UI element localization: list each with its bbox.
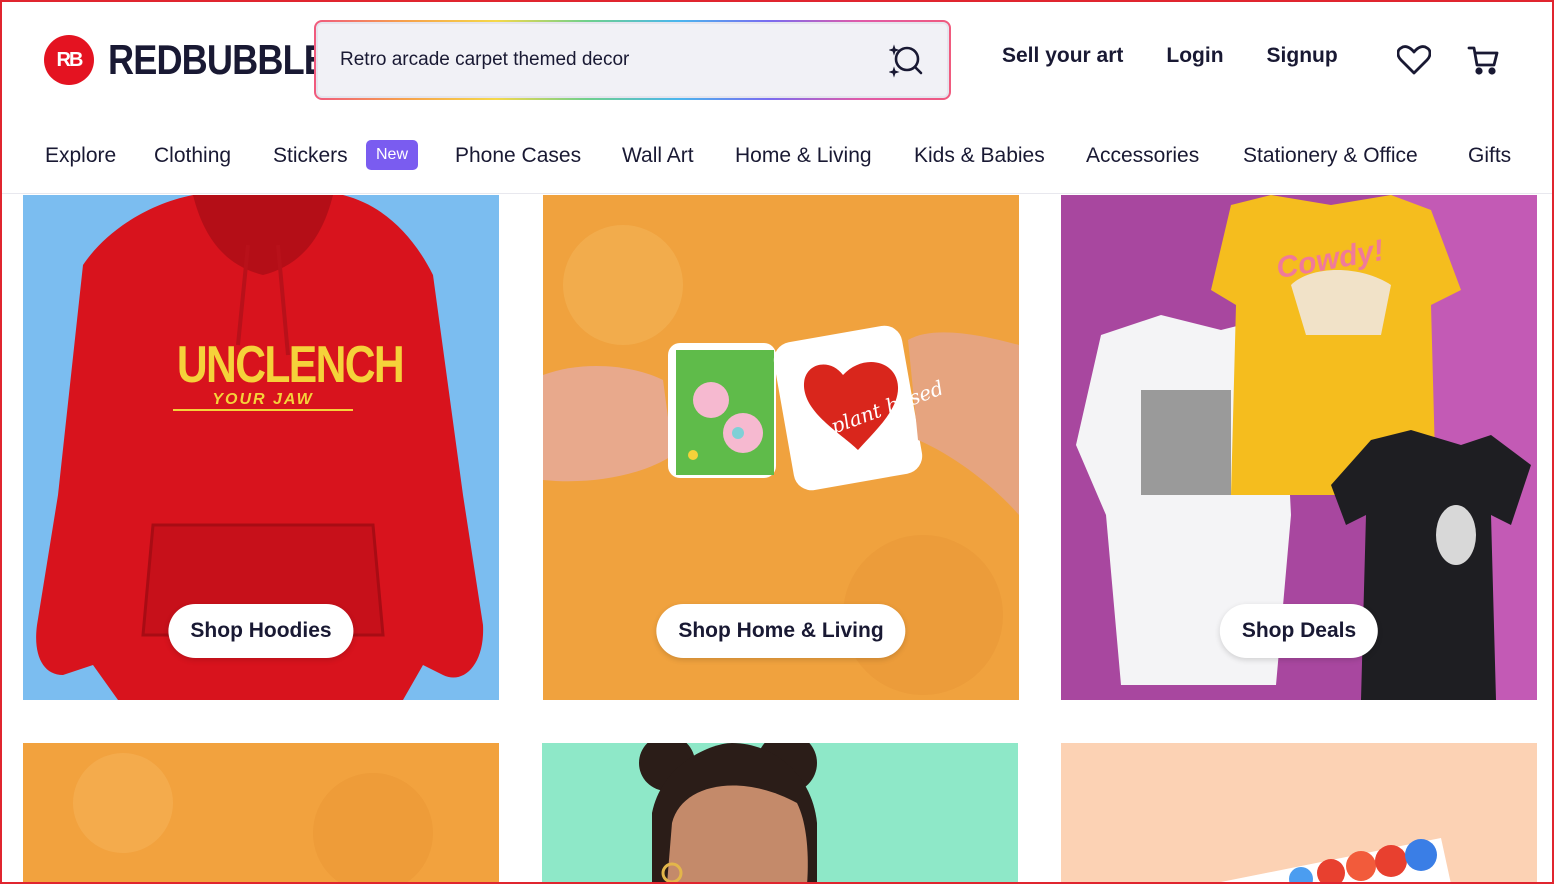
category-nav: Explore Clothing Stickers Phone Cases Wa… — [0, 120, 1554, 194]
tile-portrait[interactable] — [542, 743, 1018, 884]
nav-explore[interactable]: Explore — [45, 144, 116, 168]
site-header: RB REDBUBBLE Sell your art Login Signup — [0, 0, 1554, 120]
signup-link[interactable]: Signup — [1267, 44, 1338, 68]
search-input[interactable] — [340, 49, 887, 71]
nav-home-living[interactable]: Home & Living — [735, 144, 872, 168]
shop-deals-button[interactable]: Shop Deals — [1219, 604, 1379, 658]
nav-stationery-office[interactable]: Stationery & Office — [1243, 144, 1418, 168]
tile-deals[interactable]: Cowdy! Shop Deals — [1061, 195, 1537, 700]
cart-icon[interactable] — [1465, 42, 1501, 78]
search-bar — [314, 20, 951, 100]
tile-hoodies[interactable]: UNCLENCH YOUR JAW Shop Hoodies — [23, 195, 499, 700]
tile-home-living[interactable]: plant based Shop Home & Living — [543, 195, 1019, 700]
nav-clothing[interactable]: Clothing — [154, 144, 231, 168]
login-link[interactable]: Login — [1166, 44, 1223, 68]
logo-wordmark: REDBUBBLE — [108, 36, 328, 83]
hoodie-print-text: UNCLENCH — [176, 336, 405, 394]
hoodie-print-subtext: YOUR JAW — [173, 391, 353, 411]
logo-badge-icon: RB — [44, 35, 94, 85]
nav-kids-babies[interactable]: Kids & Babies — [914, 144, 1045, 168]
nav-wall-art[interactable]: Wall Art — [622, 144, 694, 168]
nav-phone-cases[interactable]: Phone Cases — [455, 144, 581, 168]
search-box — [316, 22, 949, 98]
tile-peach[interactable] — [1061, 743, 1537, 884]
shop-hoodies-button[interactable]: Shop Hoodies — [168, 604, 354, 658]
nav-gifts[interactable]: Gifts — [1468, 144, 1511, 168]
shop-home-living-button[interactable]: Shop Home & Living — [656, 604, 906, 658]
sparkle-search-icon[interactable] — [887, 40, 927, 80]
heart-icon[interactable] — [1396, 42, 1432, 78]
logo-badge-text: RB — [56, 48, 84, 71]
sell-your-art-link[interactable]: Sell your art — [1002, 44, 1123, 68]
portrait-image — [542, 743, 1018, 884]
new-badge: New — [366, 140, 419, 170]
tile-orange-texture[interactable] — [23, 743, 499, 884]
header-links: Sell your art Login Signup — [1002, 44, 1381, 68]
nav-accessories[interactable]: Accessories — [1086, 144, 1199, 168]
orange-texture-image — [23, 743, 499, 884]
nav-stickers[interactable]: Stickers — [273, 144, 348, 168]
peach-product-image — [1061, 743, 1537, 884]
